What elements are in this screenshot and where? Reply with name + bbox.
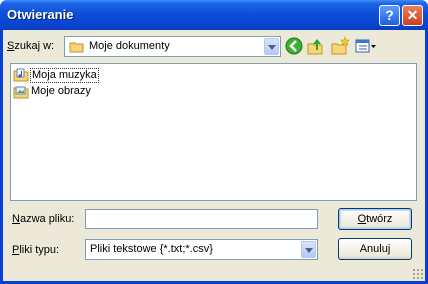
dialog-body: Szukaj w: Moje dokumenty Moja muzyka Moj…: [3, 30, 425, 281]
open-dialog-window: Otwieranie ? ✕ Szukaj w: Moje dokumenty: [0, 0, 428, 284]
back-icon[interactable]: [284, 36, 304, 56]
filetype-dropdown[interactable]: Pliki tekstowe {*.txt;*.csv}: [85, 239, 318, 260]
filetype-dropdown-arrow[interactable]: [301, 241, 316, 258]
music-folder-icon: [13, 68, 29, 82]
lookin-dropdown-arrow[interactable]: [264, 38, 279, 55]
close-button[interactable]: ✕: [402, 5, 423, 26]
file-name: Moje obrazy: [31, 85, 91, 97]
cancel-button[interactable]: Anuluj: [338, 238, 412, 260]
resize-grip[interactable]: [412, 268, 423, 279]
folder-icon: [69, 42, 84, 53]
file-name: Moja muzyka: [30, 68, 99, 83]
title-bar[interactable]: Otwieranie ? ✕: [0, 0, 428, 30]
lookin-value: Moje dokumenty: [89, 40, 170, 52]
help-button[interactable]: ?: [379, 5, 400, 26]
filetype-value: Pliki tekstowe {*.txt;*.csv}: [90, 243, 213, 255]
filename-label: Nazwa pliku:: [12, 213, 75, 225]
views-menu-icon[interactable]: [354, 36, 378, 56]
open-button[interactable]: Otwórz: [338, 208, 412, 230]
new-folder-icon[interactable]: [330, 36, 350, 56]
file-list[interactable]: Moja muzyka Moje obrazy: [10, 63, 417, 201]
pictures-folder-icon: [13, 86, 29, 99]
lookin-label: Szukaj w:: [7, 40, 55, 52]
filename-input[interactable]: [85, 209, 318, 229]
up-folder-icon[interactable]: [306, 36, 326, 56]
filetype-label: Pliki typu:: [12, 244, 60, 256]
window-title: Otwieranie: [7, 7, 74, 22]
lookin-dropdown[interactable]: Moje dokumenty: [64, 36, 281, 57]
